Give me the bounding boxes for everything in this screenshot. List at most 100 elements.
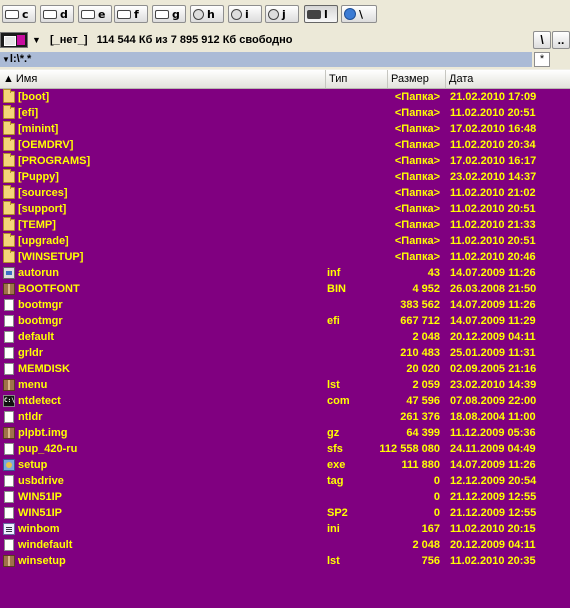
file-row[interactable]: windefault 2 048 20.12.2009 04:11 — [0, 537, 570, 553]
file-ext: gz — [327, 427, 340, 439]
file-date: 12.12.2009 20:54 — [450, 475, 537, 487]
column-ext[interactable]: Тип — [326, 70, 388, 88]
folder-icon — [3, 153, 15, 167]
folder-row[interactable]: [sources] <Папка> 11.02.2010 21:02 — [0, 185, 570, 201]
folder-row[interactable]: [WINSETUP] <Папка> 11.02.2010 20:46 — [0, 249, 570, 265]
drive-button-d[interactable]: d — [40, 5, 74, 23]
file-name: [PROGRAMS] — [18, 155, 91, 167]
drive-button-c[interactable]: c — [2, 5, 36, 23]
path-bar: ▼l:\*.* * — [0, 52, 570, 69]
file-icon — [4, 507, 14, 519]
folder-row[interactable]: [support] <Папка> 11.02.2010 20:51 — [0, 201, 570, 217]
folder-row[interactable]: [OEMDRV] <Папка> 11.02.2010 20:34 — [0, 137, 570, 153]
file-name: usbdrive — [18, 475, 64, 487]
file-name: windefault — [18, 539, 73, 551]
file-name: bootmgr — [18, 299, 63, 311]
drive-button-j[interactable]: j — [265, 5, 299, 23]
file-date: 25.01.2009 11:31 — [450, 347, 536, 359]
root-dir-button[interactable]: \ — [533, 31, 551, 49]
file-icon — [4, 347, 14, 359]
file-size: 2 048 — [412, 331, 440, 343]
file-ext: sfs — [327, 443, 343, 455]
drive-button-network[interactable]: \ — [341, 5, 377, 23]
file-icon — [4, 491, 14, 503]
drive-letter: f — [134, 7, 139, 21]
folder-icon — [3, 137, 15, 151]
file-date: 11.02.2010 21:33 — [450, 219, 536, 231]
drive-button-g[interactable]: g — [152, 5, 186, 23]
file-row[interactable]: WIN51IP SP2 0 21.12.2009 12:55 — [0, 505, 570, 521]
file-row[interactable]: usbdrive tag 0 12.12.2009 20:54 — [0, 473, 570, 489]
file-row[interactable]: WIN51IP 0 21.12.2009 12:55 — [0, 489, 570, 505]
file-row[interactable]: BOOTFONT BIN 4 952 26.03.2008 21:50 — [0, 281, 570, 297]
file-row[interactable]: ntdetect com 47 596 07.08.2009 22:00 — [0, 393, 570, 409]
exe-file-icon — [3, 459, 15, 471]
folder-row[interactable]: [PROGRAMS] <Папка> 17.02.2010 16:17 — [0, 153, 570, 169]
file-size: 64 399 — [406, 427, 440, 439]
column-name[interactable]: ▲ Имя — [0, 70, 326, 88]
file-name: winsetup — [18, 555, 66, 567]
filter-button[interactable]: * — [534, 52, 550, 67]
folder-row[interactable]: [boot] <Папка> 21.02.2010 17:09 — [0, 89, 570, 105]
file-name: setup — [18, 459, 48, 471]
drive-button-l[interactable]: l — [304, 5, 338, 23]
column-date[interactable]: Дата — [446, 70, 570, 88]
file-row[interactable]: bootmgr 383 562 14.07.2009 11:26 — [0, 297, 570, 313]
column-size[interactable]: Размер — [388, 70, 446, 88]
file-ext: SP2 — [327, 507, 348, 519]
file-row[interactable]: ntldr 261 376 18.08.2004 11:00 — [0, 409, 570, 425]
drive-button-f[interactable]: f — [114, 5, 148, 23]
file-date: 17.02.2010 16:48 — [450, 123, 537, 135]
file-row[interactable]: pup_420-ru sfs 112 558 080 24.11.2009 04:49 — [0, 441, 570, 457]
file-size: 112 558 080 — [379, 443, 440, 455]
folder-row[interactable]: [TEMP] <Папка> 11.02.2010 21:33 — [0, 217, 570, 233]
folder-row[interactable]: [efi] <Папка> 11.02.2010 20:51 — [0, 105, 570, 121]
file-ext: BIN — [327, 283, 346, 295]
folder-row[interactable]: [minint] <Папка> 17.02.2010 16:48 — [0, 121, 570, 137]
file-row[interactable]: plpbt.img gz 64 399 11.12.2009 05:36 — [0, 425, 570, 441]
file-name: [upgrade] — [18, 235, 69, 247]
drive-bar: c d e f g h i j l \ — [0, 0, 570, 30]
file-list[interactable]: [boot] <Папка> 21.02.2010 17:09 [efi] <Папка… — [0, 89, 570, 608]
file-name: MEMDISK — [18, 363, 70, 375]
file-row[interactable]: MEMDISK 20 020 02.09.2005 21:16 — [0, 361, 570, 377]
folder-row[interactable]: [Puppy] <Папка> 23.02.2010 14:37 — [0, 169, 570, 185]
file-name: [support] — [18, 203, 67, 215]
file-date: 11.02.2010 20:35 — [450, 555, 536, 567]
hard-drive-icon — [155, 9, 169, 19]
file-row[interactable]: winsetup lst 756 11.02.2010 20:35 — [0, 553, 570, 569]
cd-drive-icon — [268, 8, 279, 20]
file-row[interactable]: bootmgr efi 667 712 14.07.2009 11:29 — [0, 313, 570, 329]
drive-info-bar: ▼ [_нет_] 114 544 Кб из 7 895 912 Кб сво… — [0, 30, 570, 52]
file-date: 21.02.2010 17:09 — [450, 91, 537, 103]
drive-button-e[interactable]: e — [78, 5, 112, 23]
parent-dir-button[interactable]: .. — [552, 31, 570, 49]
pkg-file-icon — [3, 283, 15, 295]
current-path: l:\*.* — [9, 53, 32, 65]
file-name: ntdetect — [18, 395, 61, 407]
network-globe-icon — [344, 8, 356, 20]
drive-selector[interactable] — [0, 32, 28, 48]
file-date: 17.02.2010 16:17 — [450, 155, 537, 167]
file-size: 167 — [421, 523, 440, 535]
drive-button-h[interactable]: h — [190, 5, 224, 23]
file-size: <Папка> — [394, 219, 440, 231]
current-path-field[interactable]: ▼l:\*.* — [0, 52, 532, 67]
file-date: 07.08.2009 22:00 — [450, 395, 537, 407]
file-date: 14.07.2009 11:26 — [450, 267, 536, 279]
file-date: 14.07.2009 11:26 — [450, 459, 536, 471]
file-row[interactable]: menu lst 2 059 23.02.2010 14:39 — [0, 377, 570, 393]
drive-letter: e — [98, 7, 106, 21]
drive-color-marker — [17, 35, 25, 45]
file-row[interactable]: winbom ini 167 11.02.2010 20:15 — [0, 521, 570, 537]
drive-button-i[interactable]: i — [228, 5, 262, 23]
file-row[interactable]: setup exe 111 880 14.07.2009 11:26 — [0, 457, 570, 473]
chevron-down-icon[interactable]: ▼ — [32, 35, 41, 45]
file-icon — [4, 475, 14, 487]
file-date: 11.12.2009 05:36 — [450, 427, 536, 439]
file-row[interactable]: default 2 048 20.12.2009 04:11 — [0, 329, 570, 345]
file-row[interactable]: grldr 210 483 25.01.2009 11:31 — [0, 345, 570, 361]
file-row[interactable]: autorun inf 43 14.07.2009 11:26 — [0, 265, 570, 281]
file-size: 0 — [433, 491, 440, 503]
folder-row[interactable]: [upgrade] <Папка> 11.02.2010 20:51 — [0, 233, 570, 249]
